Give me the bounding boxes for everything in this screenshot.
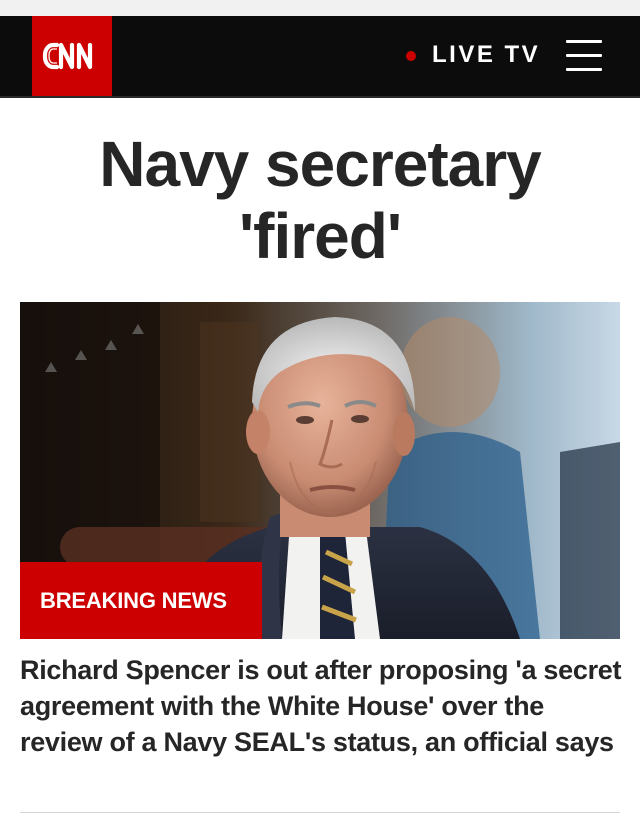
live-tv-link[interactable]: LIVE TV (406, 40, 540, 70)
status-strip (0, 0, 640, 16)
live-tv-label: LIVE TV (432, 41, 541, 68)
story-summary-link[interactable]: Richard Spencer is out after proposing '… (20, 652, 624, 760)
cnn-logo-mark (42, 42, 93, 70)
cnn-logo[interactable] (32, 16, 112, 96)
breaking-news-label: BREAKING NEWS (40, 587, 227, 613)
story-headline[interactable]: Navy secretary 'fired' (20, 128, 620, 272)
headline-line-1: Navy secretary (99, 128, 541, 200)
header-divider (0, 96, 640, 98)
headline-line-2: 'fired' (238, 200, 402, 272)
bottom-divider (20, 812, 620, 813)
live-indicator-dot-icon (406, 51, 416, 61)
hamburger-menu-icon[interactable] (566, 38, 602, 74)
breaking-news-badge: BREAKING NEWS (20, 562, 262, 639)
